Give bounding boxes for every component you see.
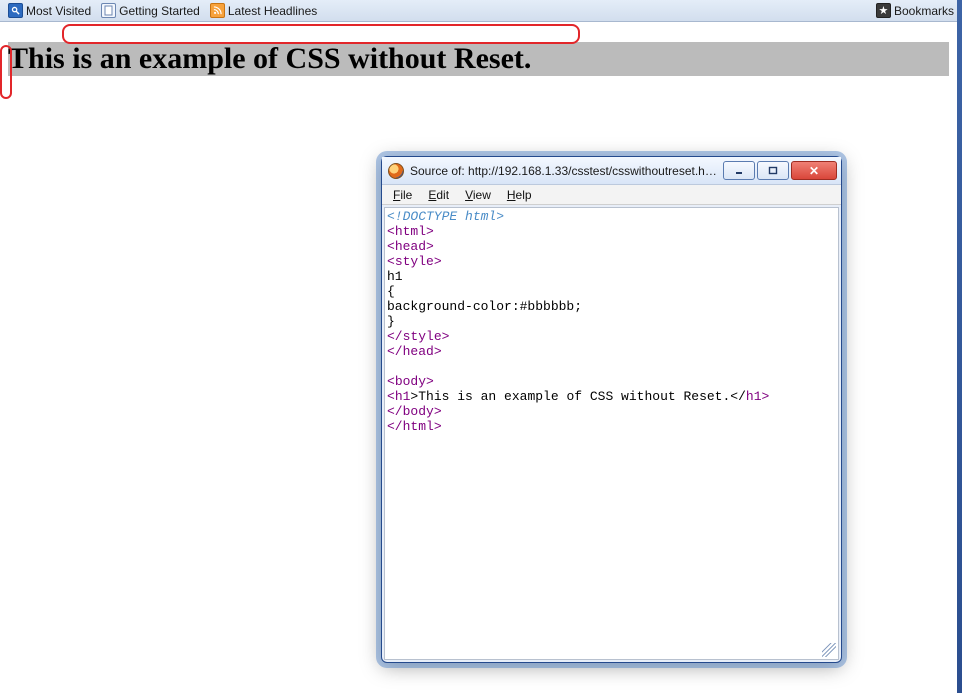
toolbar-item-label: Latest Headlines [228, 4, 317, 18]
bookmark-star-icon: ★ [876, 3, 891, 18]
window-buttons: ✕ [723, 161, 837, 180]
menu-edit[interactable]: Edit [421, 187, 456, 203]
search-icon [8, 3, 23, 18]
menu-view[interactable]: View [458, 187, 498, 203]
page-heading: This is an example of CSS without Reset. [8, 42, 949, 76]
source-window-titlebar[interactable]: Source of: http://192.168.1.33/csstest/c… [382, 157, 841, 185]
desktop-edge [957, 0, 962, 693]
toolbar-item-latest-headlines[interactable]: Latest Headlines [206, 2, 321, 19]
source-window-menubar: File Edit View Help [382, 185, 841, 205]
menu-file[interactable]: File [386, 187, 419, 203]
toolbar-item-label: Bookmarks [894, 4, 954, 18]
resize-grip-icon[interactable] [822, 643, 836, 657]
toolbar-item-bookmarks[interactable]: ★ Bookmarks [872, 2, 958, 19]
toolbar-item-label: Getting Started [119, 4, 200, 18]
firefox-icon [388, 163, 404, 179]
menu-help[interactable]: Help [500, 187, 539, 203]
source-code-view[interactable]: <!DOCTYPE html> <html> <head> <style> h1… [384, 207, 839, 660]
toolbar-item-most-visited[interactable]: Most Visited [4, 2, 95, 19]
minimize-button[interactable] [723, 161, 755, 180]
close-button[interactable]: ✕ [791, 161, 837, 180]
toolbar-item-label: Most Visited [26, 4, 91, 18]
source-window: Source of: http://192.168.1.33/csstest/c… [381, 156, 842, 663]
toolbar-item-getting-started[interactable]: Getting Started [97, 2, 204, 19]
bookmarks-toolbar: Most Visited Getting Started Latest Head… [0, 0, 962, 22]
page-icon [101, 3, 116, 18]
maximize-button[interactable] [757, 161, 789, 180]
rss-icon [210, 3, 225, 18]
source-window-title: Source of: http://192.168.1.33/csstest/c… [410, 164, 717, 178]
